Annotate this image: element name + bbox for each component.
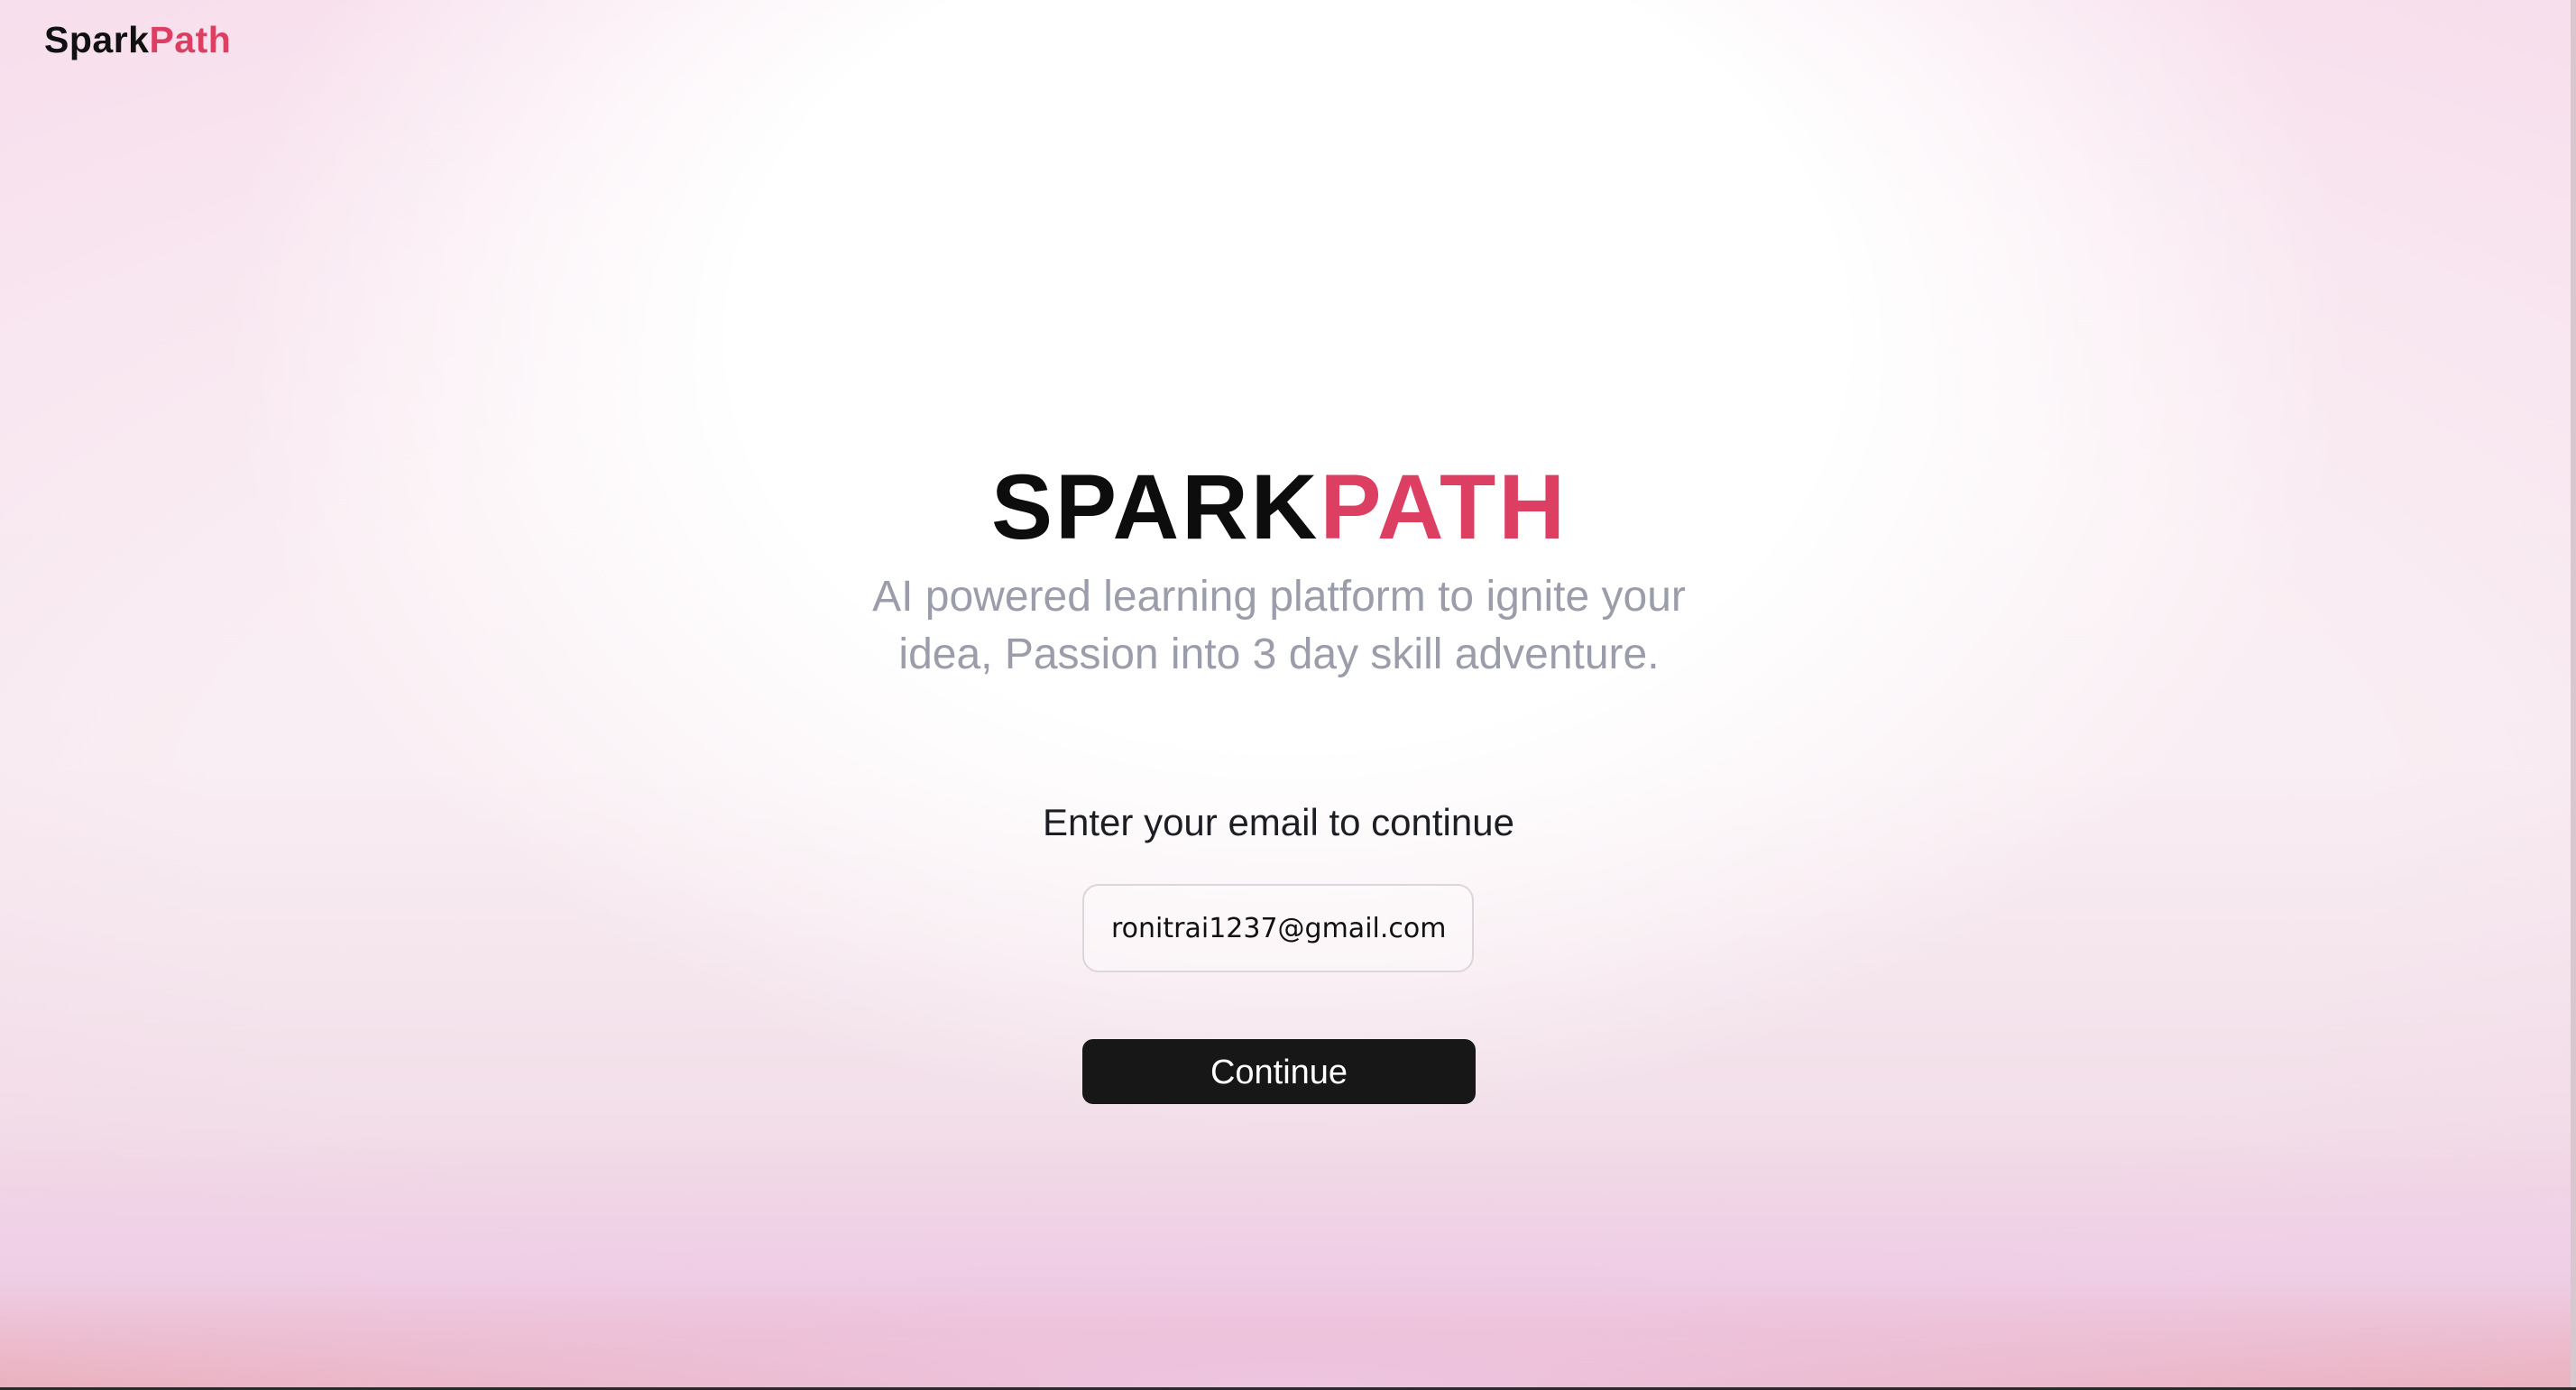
header-logo-spark: Spark — [44, 19, 150, 60]
email-prompt-label: Enter your email to continue — [1043, 801, 1514, 843]
header-logo[interactable]: SparkPath — [44, 13, 231, 67]
hero-title-spark: SPARK — [990, 456, 1320, 558]
background-glow — [0, 1137, 2576, 1390]
hero-title-path: PATH — [1320, 456, 1568, 558]
window-edge — [2571, 0, 2576, 1390]
hero-subtitle: AI powered learning platform to ignite y… — [872, 573, 1686, 678]
hero-section: SPARKPATH — [0, 449, 2559, 565]
continue-button[interactable]: Continue — [1082, 1039, 1476, 1104]
email-input[interactable] — [1082, 884, 1474, 972]
header-logo-path: Path — [149, 19, 232, 60]
hero-title: SPARKPATH — [0, 449, 2559, 565]
